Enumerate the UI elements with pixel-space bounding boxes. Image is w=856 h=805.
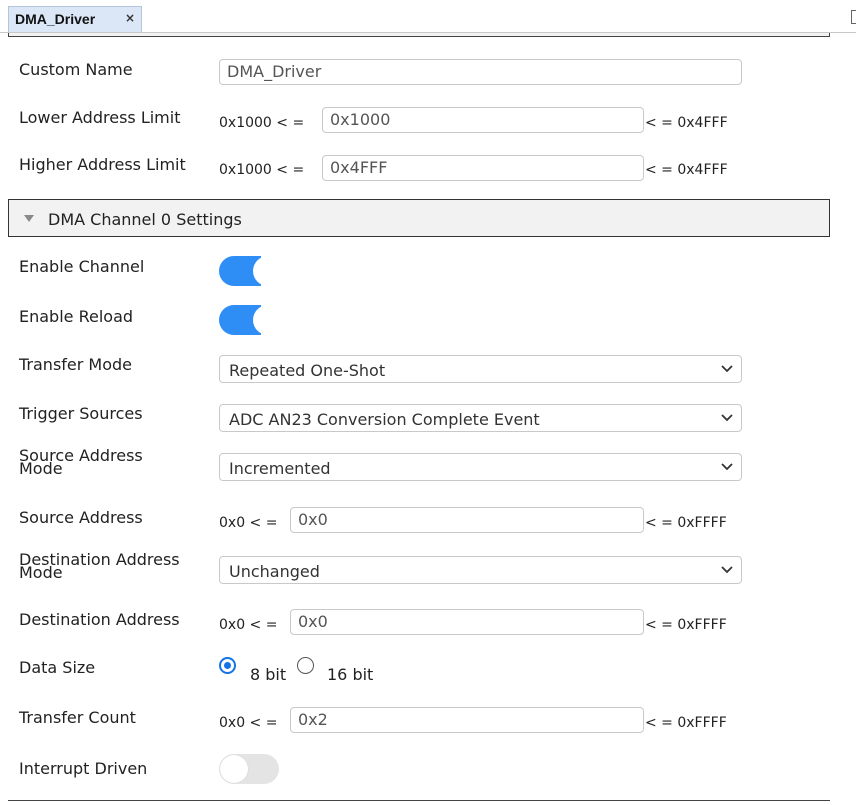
data-size-8bit-label: 8 bit [250,665,287,684]
tab-dma-driver[interactable]: DMA_Driver × [8,6,142,32]
transfer-mode-value: Repeated One-Shot [229,361,386,380]
source-address-input[interactable]: 0x0 [290,507,644,533]
data-size-16bit-radio[interactable] [297,657,314,674]
editor-tab-bar: DMA_Driver × [0,0,856,33]
enable-reload-toggle[interactable] [219,305,280,335]
transfer-count-label: Transfer Count [19,708,136,727]
lower-limit-max: < = 0x4FFF [645,115,728,131]
section-title: DMA Channel 0 Settings [48,210,242,229]
data-size-16bit-label: 16 bit [327,665,374,684]
source-address-mode-select[interactable]: Incremented [219,453,742,481]
trigger-sources-select[interactable]: ADC AN23 Conversion Complete Event [219,404,742,432]
tab-label: DMA_Driver [15,11,96,27]
destination-address-min: 0x0 < = [219,617,278,633]
close-icon[interactable]: × [125,11,135,25]
source-address-mode-value: Incremented [229,459,331,478]
higher-limit-max: < = 0x4FFF [645,162,728,178]
destination-address-mode-value: Unchanged [229,562,320,581]
source-address-max: < = 0xFFFF [645,515,727,531]
higher-address-limit-input[interactable]: 0x4FFF [322,155,644,181]
dma-channel-0-section-header[interactable]: DMA Channel 0 Settings [8,199,830,237]
higher-address-limit-label: Higher Address Limit [19,155,186,174]
enable-reload-label: Enable Reload [19,307,134,326]
destination-address-mode-select[interactable]: Unchanged [219,556,742,584]
enable-channel-label: Enable Channel [19,257,145,276]
source-address-min: 0x0 < = [219,515,278,531]
enable-channel-toggle[interactable] [219,256,280,286]
custom-name-label: Custom Name [19,60,133,79]
lower-address-limit-label: Lower Address Limit [19,108,181,127]
maximize-icon[interactable] [851,10,856,24]
trigger-sources-label: Trigger Sources [19,404,143,423]
chevron-down-icon [721,566,733,574]
interrupt-driven-label: Interrupt Driven [19,759,148,778]
destination-address-max: < = 0xFFFF [645,617,727,633]
destination-address-mode-label: Destination Address Mode [19,552,209,581]
lower-address-limit-input[interactable]: 0x1000 [322,107,644,133]
data-size-8bit-radio[interactable] [219,657,236,674]
transfer-count-input[interactable]: 0x2 [290,707,644,733]
toggle-knob [220,755,248,783]
chevron-down-icon [721,414,733,422]
data-size-label: Data Size [19,658,96,677]
chevron-down-icon [721,365,733,373]
source-address-label: Source Address [19,508,143,527]
next-section-edge [8,800,830,805]
trigger-sources-value: ADC AN23 Conversion Complete Event [229,410,540,429]
transfer-count-max: < = 0xFFFF [645,715,727,731]
lower-limit-min: 0x1000 < = [219,115,305,131]
higher-limit-min: 0x1000 < = [219,162,305,178]
chevron-down-icon [721,463,733,471]
destination-address-input[interactable]: 0x0 [290,609,644,635]
destination-address-label: Destination Address [19,610,180,629]
transfer-count-min: 0x0 < = [219,715,278,731]
transfer-mode-select[interactable]: Repeated One-Shot [219,355,742,383]
collapsed-panel-edge [8,33,830,37]
transfer-mode-label: Transfer Mode [19,355,133,374]
custom-name-input[interactable]: DMA_Driver [219,59,742,85]
interrupt-driven-toggle[interactable] [219,754,280,784]
source-address-mode-label: Source Address Mode [19,448,209,477]
collapse-triangle-icon [24,215,34,222]
